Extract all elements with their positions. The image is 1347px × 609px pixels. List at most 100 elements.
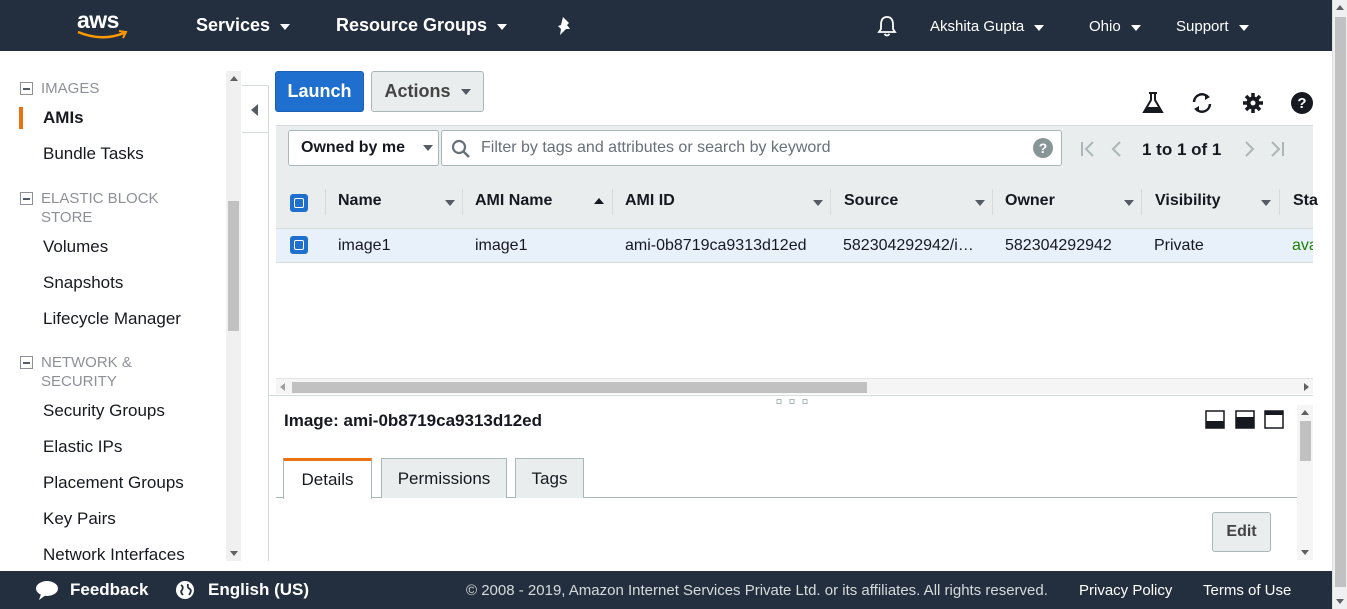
pane-maximize-icon[interactable]: [1205, 410, 1225, 429]
feedback-link[interactable]: Feedback: [70, 580, 148, 600]
chevron-down-icon: [280, 23, 291, 30]
scroll-up-icon[interactable]: [230, 76, 238, 81]
previous-page-icon[interactable]: [1108, 140, 1126, 158]
page-scrollbar[interactable]: [1332, 0, 1347, 609]
feedback-icon[interactable]: [35, 580, 59, 600]
globe-icon[interactable]: [175, 580, 195, 600]
region-menu[interactable]: Ohio: [1089, 18, 1141, 35]
column-header-visibility[interactable]: Visibility: [1155, 192, 1221, 210]
sidebar-item-lifecycle-manager[interactable]: Lifecycle Manager: [43, 309, 181, 329]
sidebar-group-network-security[interactable]: NETWORK & SECURITY: [20, 353, 132, 391]
scrollbar-thumb[interactable]: [1300, 421, 1311, 461]
scroll-up-icon[interactable]: [1301, 410, 1309, 415]
pin-icon[interactable]: [557, 16, 575, 36]
gear-icon[interactable]: [1241, 91, 1265, 115]
cell-visibility: Private: [1154, 237, 1204, 254]
sidebar-item-elastic-ips[interactable]: Elastic IPs: [43, 437, 122, 457]
sidebar-item-key-pairs[interactable]: Key Pairs: [43, 509, 116, 529]
sidebar-item-snapshots[interactable]: Snapshots: [43, 273, 123, 293]
pane-splitter[interactable]: [268, 395, 1313, 404]
column-header-owner[interactable]: Owner: [1005, 192, 1055, 210]
actions-button[interactable]: Actions: [371, 71, 484, 112]
column-header-name[interactable]: Name: [338, 192, 382, 210]
drag-handle-icon[interactable]: [776, 399, 810, 404]
pane-split-icon[interactable]: [1235, 410, 1255, 429]
divider: [268, 133, 269, 561]
edit-button[interactable]: Edit: [1212, 512, 1271, 552]
column-header-status[interactable]: Sta: [1293, 192, 1318, 210]
sort-ascending-icon[interactable]: [594, 198, 604, 204]
refresh-icon[interactable]: [1190, 91, 1214, 115]
scrollbar-thumb[interactable]: [228, 201, 239, 331]
actions-label: Actions: [384, 81, 451, 101]
sidebar-item-volumes[interactable]: Volumes: [43, 237, 108, 257]
select-all-checkbox[interactable]: [290, 194, 308, 212]
table-horizontal-scrollbar[interactable]: [276, 378, 1313, 394]
user-menu[interactable]: Akshita Gupta: [930, 18, 1045, 35]
support-label: Support: [1176, 18, 1229, 35]
last-page-icon[interactable]: [1268, 140, 1286, 158]
sidebar-item-security-groups[interactable]: Security Groups: [43, 401, 165, 421]
sidebar-group-elastic-block-store[interactable]: ELASTIC BLOCK STORE: [20, 189, 159, 227]
scrollbar-thumb[interactable]: [1335, 17, 1346, 587]
sidebar-item-amis[interactable]: AMIs: [43, 108, 84, 128]
chevron-down-icon: [1130, 24, 1141, 31]
detail-scrollbar[interactable]: [1297, 405, 1313, 560]
tab-permissions[interactable]: Permissions: [381, 458, 507, 498]
launch-button[interactable]: Launch: [275, 71, 364, 112]
chevron-down-icon: [460, 88, 471, 95]
svg-text:?: ?: [1297, 95, 1306, 112]
terms-of-use-link[interactable]: Terms of Use: [1203, 582, 1291, 599]
scroll-down-icon[interactable]: [230, 551, 238, 556]
row-checkbox[interactable]: [290, 236, 308, 254]
chevron-down-icon[interactable]: [445, 200, 455, 206]
first-page-icon[interactable]: [1079, 140, 1097, 158]
collapse-icon[interactable]: [20, 82, 33, 95]
tab-tags[interactable]: Tags: [515, 458, 584, 498]
sidebar-group-title: NETWORK & SECURITY: [41, 354, 132, 390]
resource-groups-menu[interactable]: Resource Groups: [336, 15, 508, 36]
sidebar-group-images[interactable]: IMAGES: [20, 79, 99, 98]
search-input[interactable]: [481, 131, 1021, 165]
language-selector[interactable]: English (US): [208, 580, 309, 600]
sidebar-scrollbar[interactable]: [226, 71, 241, 561]
help-icon[interactable]: ?: [1290, 91, 1314, 115]
chevron-down-icon[interactable]: [975, 200, 985, 206]
collapse-icon[interactable]: [20, 356, 33, 369]
chevron-down-icon[interactable]: [1261, 200, 1271, 206]
copyright-text: © 2008 - 2019, Amazon Internet Services …: [466, 582, 1048, 599]
column-divider: [1279, 189, 1280, 215]
flask-icon[interactable]: [1141, 91, 1165, 115]
collapse-icon[interactable]: [20, 192, 33, 205]
column-header-ami-name[interactable]: AMI Name: [475, 192, 552, 210]
services-menu[interactable]: Services: [196, 15, 291, 36]
scrollbar-thumb[interactable]: [292, 382, 867, 393]
scroll-up-icon[interactable]: [1336, 5, 1344, 10]
chevron-down-icon[interactable]: [813, 200, 823, 206]
search-icon: [451, 139, 470, 158]
owned-by-label: Owned by me: [301, 139, 406, 156]
scroll-right-icon[interactable]: [1304, 383, 1309, 391]
bell-icon[interactable]: [876, 15, 898, 37]
owned-by-dropdown[interactable]: Owned by me: [288, 130, 439, 166]
chevron-left-icon: [251, 104, 258, 116]
sidebar-item-bundle-tasks[interactable]: Bundle Tasks: [43, 144, 144, 164]
support-menu[interactable]: Support: [1176, 18, 1249, 35]
column-header-ami-id[interactable]: AMI ID: [625, 192, 675, 210]
scroll-down-icon[interactable]: [1336, 599, 1344, 604]
privacy-policy-link[interactable]: Privacy Policy: [1079, 582, 1172, 599]
sidebar-item-placement-groups[interactable]: Placement Groups: [43, 473, 184, 493]
tab-details[interactable]: Details: [283, 458, 372, 499]
scroll-down-icon[interactable]: [1301, 550, 1309, 555]
scroll-left-icon[interactable]: [280, 383, 285, 391]
cell-ami-id: ami-0b8719ca9313d12ed: [625, 237, 807, 254]
column-header-source[interactable]: Source: [844, 192, 898, 210]
help-icon[interactable]: ?: [1032, 137, 1054, 159]
sidebar-group-title: IMAGES: [41, 80, 100, 97]
pane-minimize-icon[interactable]: [1264, 410, 1284, 429]
search-box[interactable]: ?: [441, 130, 1062, 166]
sidebar-item-network-interfaces[interactable]: Network Interfaces: [43, 545, 185, 565]
sidebar-collapse-toggle[interactable]: [242, 85, 269, 133]
chevron-down-icon[interactable]: [1124, 200, 1134, 206]
next-page-icon[interactable]: [1240, 140, 1258, 158]
